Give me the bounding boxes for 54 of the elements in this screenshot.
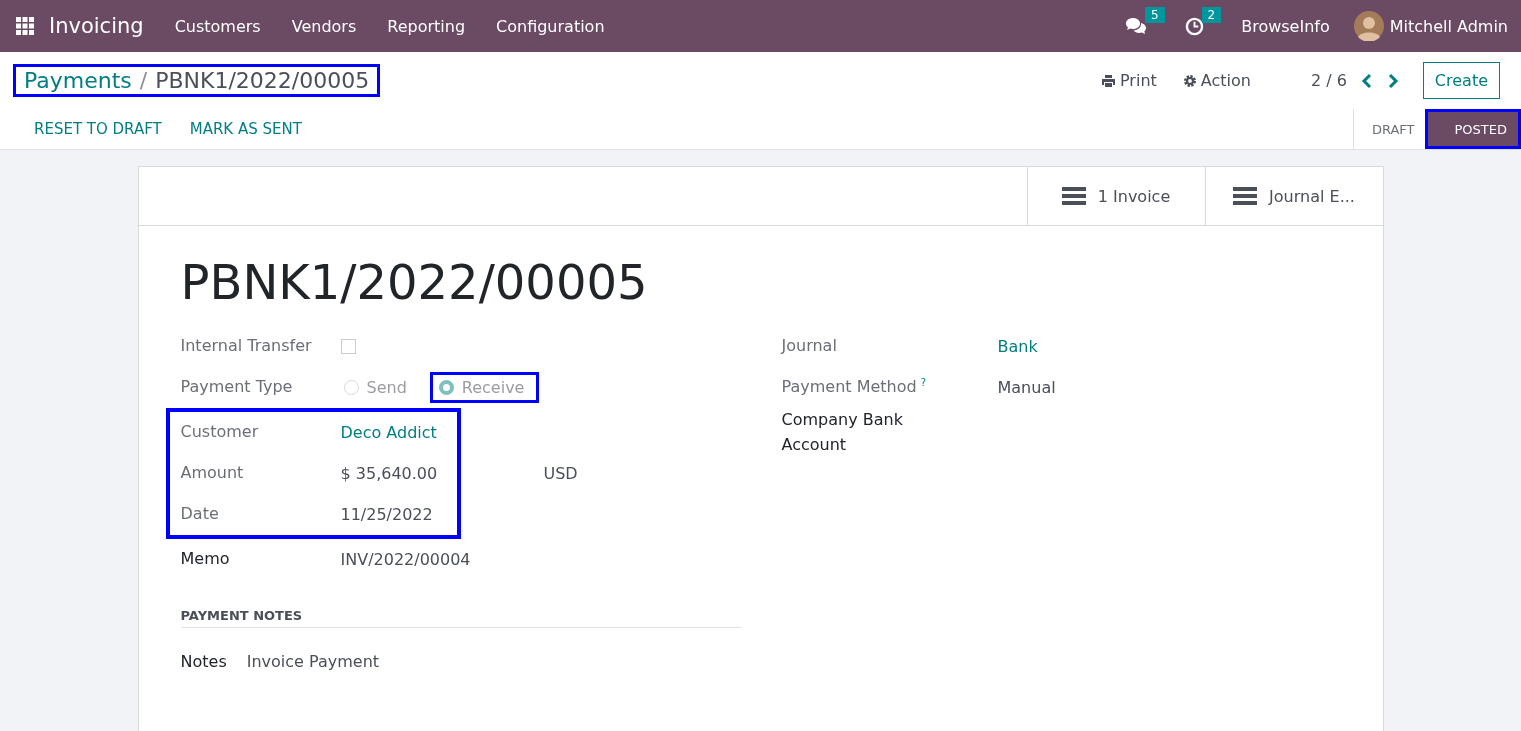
field-label: Internal Transfer <box>180 335 313 358</box>
action-button[interactable]: RESET TO DRAFT <box>20 120 176 138</box>
field-label: Notes <box>180 652 227 671</box>
avatar-icon[interactable] <box>1353 11 1384 41</box>
next-icon[interactable] <box>1386 72 1399 89</box>
company-switcher[interactable]: BrowseInfo <box>1241 16 1330 36</box>
field-label: Customer <box>180 421 260 444</box>
clock-icon[interactable] <box>1184 16 1204 36</box>
menu-item[interactable]: Vendors <box>291 16 357 36</box>
user-name[interactable]: Mitchell Admin <box>1389 16 1508 36</box>
create-button[interactable]: Create <box>1422 62 1500 99</box>
field-value: 11/25/2022 <box>340 505 433 524</box>
previous-icon[interactable] <box>1360 72 1373 89</box>
field-label: Payment Type <box>180 376 294 399</box>
menu-item[interactable]: Configuration <box>496 16 605 36</box>
count-badge: 2 <box>1201 6 1222 23</box>
printer-icon <box>1101 73 1116 88</box>
chat-icon[interactable] <box>1124 17 1147 35</box>
app-title[interactable]: Invoicing <box>49 14 144 38</box>
breadcrumb-separator: / <box>139 68 148 93</box>
smart-button[interactable]: 1 Invoice <box>1026 167 1205 225</box>
field-label: Company Bank Account <box>781 409 904 456</box>
action-button[interactable]: Action <box>1176 70 1257 91</box>
gear-icon <box>1182 73 1197 88</box>
field-value: $ 35,640.00 <box>340 464 438 483</box>
status-stage[interactable]: POSTED <box>1424 109 1521 149</box>
print-button[interactable]: Print <box>1095 70 1163 91</box>
field-label: Journal <box>781 335 838 358</box>
field-value: INV/2022/00004 <box>340 550 471 569</box>
pager-value: 2 / 6 <box>1310 71 1347 90</box>
help-mark[interactable]: ? <box>920 376 926 388</box>
action-button[interactable]: MARK AS SENT <box>175 120 316 138</box>
field-label: Date <box>180 503 220 526</box>
count-badge: 5 <box>1144 7 1165 23</box>
breadcrumb-current: PBNK1/2022/00005 <box>155 68 370 93</box>
currency-value: USD <box>543 464 578 483</box>
field-link[interactable]: Deco Addict <box>340 423 437 442</box>
section-heading: PAYMENT NOTES <box>180 608 741 628</box>
list-icon <box>1233 186 1258 206</box>
field-value: Invoice Payment <box>246 652 380 671</box>
field-label: Amount <box>180 462 245 485</box>
field-link[interactable]: Bank <box>997 337 1038 356</box>
menu-item[interactable]: Reporting <box>387 16 466 36</box>
menu-item[interactable]: Customers <box>174 16 261 36</box>
status-stage[interactable]: DRAFT <box>1353 109 1425 149</box>
record-title: PBNK1/2022/00005 <box>180 254 649 310</box>
field-value: Manual <box>997 378 1056 397</box>
checkbox[interactable] <box>340 339 356 354</box>
field-label: Memo <box>180 548 231 571</box>
smart-button[interactable]: Journal E... <box>1204 167 1383 225</box>
breadcrumb-link[interactable]: Payments <box>24 68 132 93</box>
field-label: Payment Method $^{?}$ <box>781 375 927 399</box>
apps-grid-icon[interactable] <box>16 17 34 35</box>
list-icon <box>1061 186 1086 206</box>
